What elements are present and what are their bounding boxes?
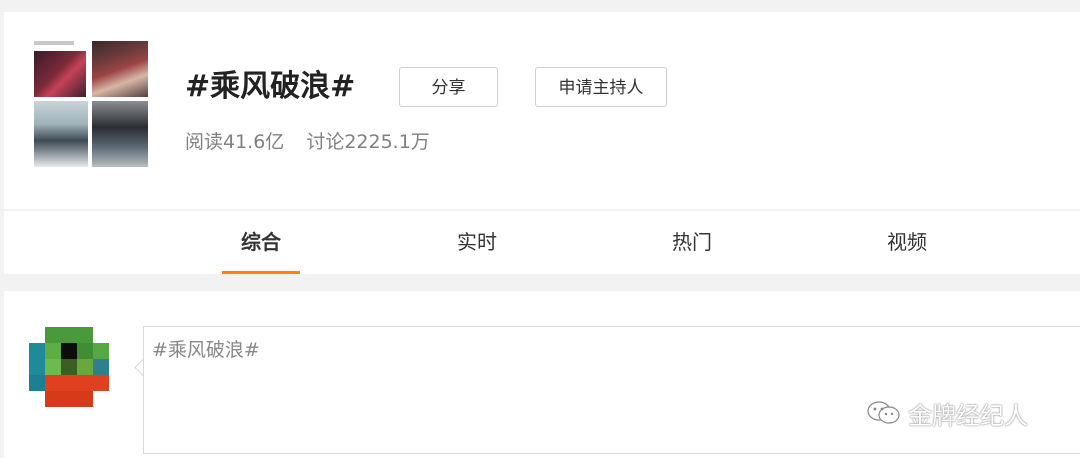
tab-label: 视频	[887, 230, 927, 254]
post-composer-card: #乘风破浪#	[4, 291, 1080, 458]
watermark: 金牌经纪人	[866, 398, 1028, 430]
topic-stats: 阅读41.6亿 讨论2225.1万	[185, 128, 430, 156]
share-button[interactable]: 分享	[399, 67, 498, 107]
topic-header-card: #乘风破浪# 分享 申请主持人 阅读41.6亿 讨论2225.1万	[4, 12, 1080, 209]
tab-label: 实时	[457, 230, 497, 254]
tab-hot[interactable]: 热门	[653, 211, 731, 274]
post-input-box[interactable]	[143, 326, 1080, 454]
active-tab-indicator	[222, 271, 300, 274]
topic-title: #乘风破浪#	[185, 69, 356, 104]
cover-photo-4	[92, 101, 148, 167]
wechat-icon	[866, 400, 902, 426]
cover-photo-3	[34, 101, 88, 167]
post-input-text: #乘风破浪#	[152, 339, 260, 361]
apply-host-button[interactable]: 申请主持人	[535, 67, 667, 107]
cover-photo-2	[92, 41, 148, 97]
tab-label: 综合	[241, 230, 281, 254]
cover-caption-strip	[34, 41, 74, 45]
tab-video[interactable]: 视频	[868, 211, 946, 274]
tab-comprehensive[interactable]: 综合	[222, 211, 300, 274]
tab-bar: 综合 实时 热门 视频	[4, 211, 1080, 274]
tab-realtime[interactable]: 实时	[438, 211, 516, 274]
tab-label: 热门	[672, 230, 712, 254]
read-count: 阅读41.6亿	[185, 131, 285, 153]
avatar[interactable]	[29, 327, 109, 407]
topic-cover-collage[interactable]	[32, 41, 148, 167]
discussion-count: 讨论2225.1万	[306, 131, 430, 153]
cover-photo-1	[34, 51, 86, 97]
watermark-text: 金牌经纪人	[908, 401, 1028, 430]
